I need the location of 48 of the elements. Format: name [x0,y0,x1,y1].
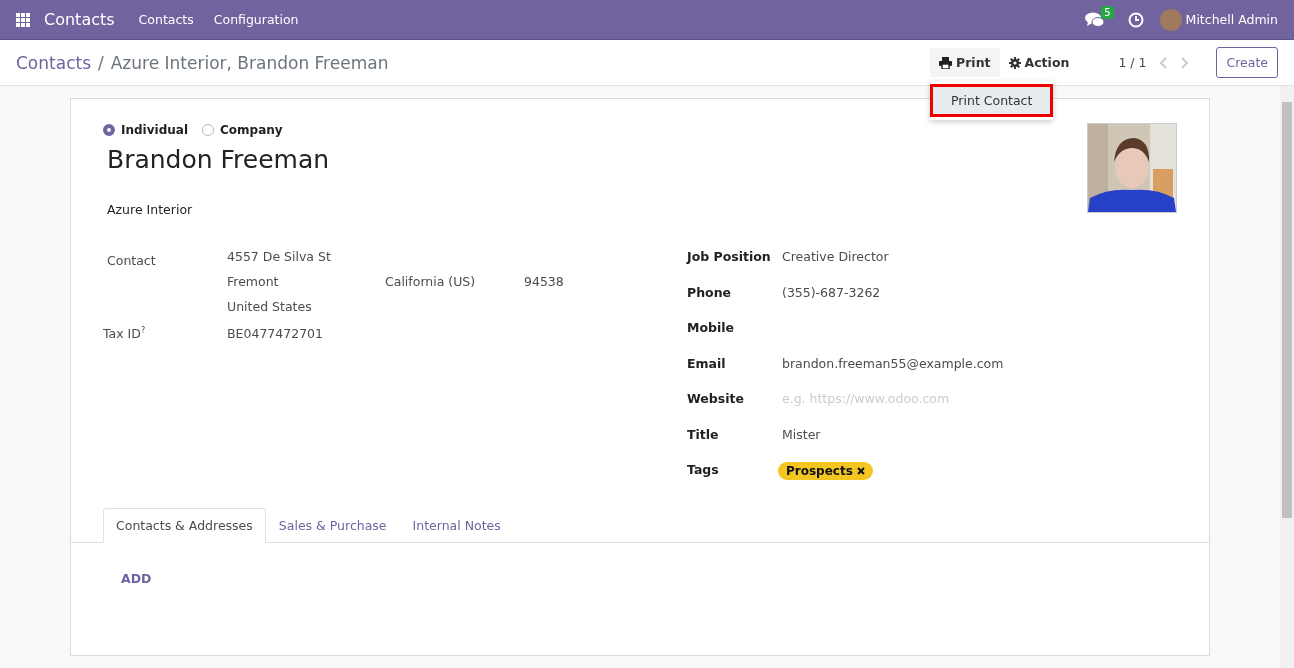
gear-icon [1008,56,1021,69]
pager-value: 1 / 1 [1118,55,1147,70]
tab[interactable]: Internal Notes [399,507,514,543]
user-name[interactable]: Mitchell Admin [1185,12,1278,27]
field-label: Title [687,426,720,442]
tab[interactable]: Sales & Purchase [265,507,400,543]
scrollbar[interactable] [1280,86,1294,668]
remove-icon[interactable] [856,467,865,475]
breadcrumb-current: Azure Interior, Brandon Freeman [110,52,389,73]
add-button[interactable]: ADD [111,570,162,586]
field-label: Tax ID$^{?}$ [103,326,147,342]
company-field[interactable]: Azure Interior [107,202,330,217]
country-field[interactable]: United States [227,299,564,314]
zip-field[interactable]: 94538 [524,274,564,289]
tab[interactable]: Contacts & Addresses [103,507,266,543]
field-label: Email [687,355,727,371]
dropdown-item[interactable]: Print Contact [930,84,1054,117]
tax-id-field[interactable]: BE0477472701 [227,326,323,342]
apps-grid-icon[interactable] [16,12,30,27]
field-label: Mobile [687,320,736,335]
field-label: Website [687,391,745,406]
text-field[interactable]: brandon.freeman55@example.com [782,355,1004,371]
create-button[interactable]: Create [1216,47,1278,78]
app-name[interactable]: Contacts [44,10,115,29]
print-button[interactable]: Print [930,48,1000,77]
city-field[interactable]: Fremont [227,274,385,289]
action-button[interactable]: Action [999,48,1079,77]
field-label: Phone [687,284,733,300]
text-field[interactable]: Mister [782,426,821,442]
breadcrumb-link[interactable]: Contacts [16,52,91,73]
radio-option[interactable]: Individual [103,123,188,137]
radio-option[interactable]: Company [202,123,283,137]
field-label: Job Position [687,249,772,264]
contact-name[interactable]: Brandon Freeman [107,145,330,174]
state-field[interactable]: California (US) [385,274,524,289]
field-label: Tags [687,462,720,477]
clock-icon[interactable] [1127,11,1144,28]
breadcrumb-separator: / [98,52,104,73]
street-field[interactable]: 4557 De Silva St [227,249,564,264]
menu-item[interactable]: Contacts [138,12,194,27]
chat-icon[interactable] [1085,11,1106,28]
printer-icon [939,56,953,69]
menu-item[interactable]: Configuration [213,12,299,27]
text-field[interactable]: (355)-687-3262 [782,284,881,300]
message-count: 5 [1101,6,1114,19]
tag-badge[interactable]: Prospects [778,462,873,480]
text-field[interactable]: Creative Director [782,249,889,264]
field-label: Contact [106,252,157,270]
